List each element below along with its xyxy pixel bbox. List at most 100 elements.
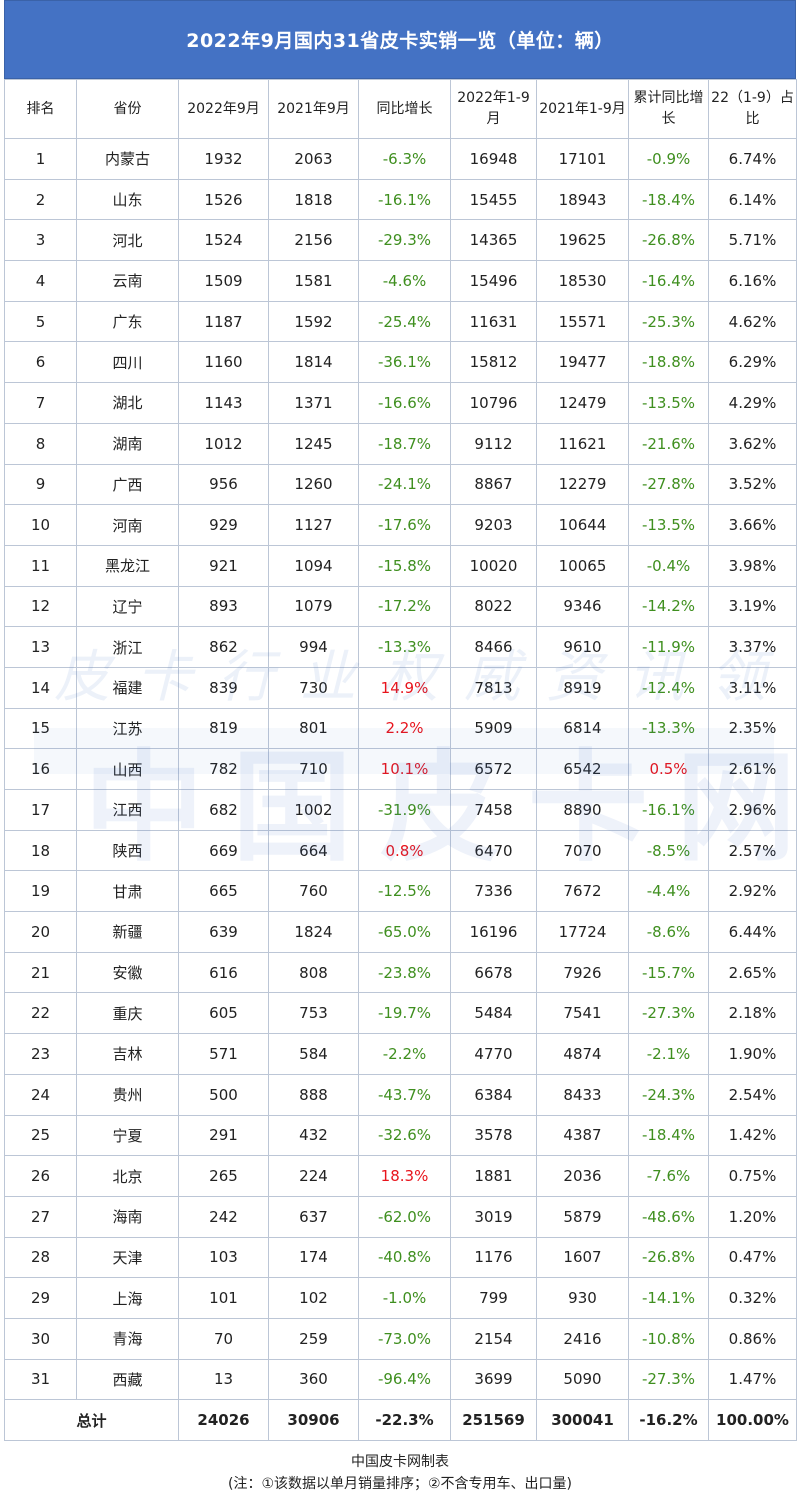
cell-province: 江苏 [76, 707, 179, 750]
cell-ytd-2021: 12279 [536, 463, 629, 506]
table-row: 18 陕西 669 664 0.8% 6470 7070 -8.5% 2.57% [4, 829, 797, 872]
cell-ytd-2022: 3699 [450, 1358, 537, 1401]
table-row: 11 黑龙江 921 1094 -15.8% 10020 10065 -0.4% 3.98% [4, 544, 797, 587]
table-row: 26 北京 265 224 18.3% 1881 2036 -7.6% 0.75% [4, 1155, 797, 1197]
cell-yoy-growth: -24.1% [358, 463, 451, 506]
cell-rank: 22 [4, 992, 77, 1035]
cell-ytd-2021: 7541 [536, 992, 629, 1035]
cell-sep-2021: 753 [268, 992, 359, 1035]
cell-province: 天津 [76, 1236, 179, 1279]
cell-sep-2022: 103 [178, 1236, 269, 1279]
cell-share: 3.62% [708, 422, 797, 465]
cell-sep-2021: 259 [268, 1317, 359, 1360]
cell-share: 3.19% [708, 585, 797, 628]
table-row: 22 重庆 605 753 -19.7% 5484 7541 -27.3% 2.18% [4, 992, 797, 1035]
cell-ytd-growth: -18.4% [628, 1114, 709, 1157]
cell-sep-2021: 637 [268, 1195, 359, 1238]
cell-sep-2021: 994 [268, 626, 359, 668]
cell-rank: 5 [4, 300, 77, 343]
cell-yoy-growth: -12.5% [358, 870, 451, 913]
cell-rank: 28 [4, 1236, 77, 1279]
cell-share: 0.75% [708, 1155, 797, 1197]
cell-ytd-2021: 7926 [536, 951, 629, 994]
table-row: 14 福建 839 730 14.9% 7813 8919 -12.4% 3.11% [4, 666, 797, 709]
cell-yoy-growth: -1.0% [358, 1277, 451, 1319]
cell-yoy-growth: -43.7% [358, 1073, 451, 1116]
cell-share: 6.74% [708, 138, 797, 180]
total-label: 总计 [4, 1399, 179, 1442]
cell-share: 4.29% [708, 382, 797, 424]
table-row: 13 浙江 862 994 -13.3% 8466 9610 -11.9% 3.37% [4, 626, 797, 668]
cell-ytd-growth: -26.8% [628, 1236, 709, 1279]
header-row: 排名 省份 2022年9月 2021年9月 同比增长 2022年1-9月 202… [4, 79, 797, 139]
cell-province: 吉林 [76, 1033, 179, 1075]
cell-ytd-2022: 8867 [450, 463, 537, 506]
cell-rank: 6 [4, 341, 77, 384]
header-share: 22（1-9）占比 [708, 79, 797, 139]
cell-share: 0.32% [708, 1277, 797, 1319]
cell-rank: 7 [4, 382, 77, 424]
cell-yoy-growth: 2.2% [358, 707, 451, 750]
cell-ytd-growth: -27.3% [628, 1358, 709, 1401]
table-row: 20 新疆 639 1824 -65.0% 16196 17724 -8.6% 6.44% [4, 911, 797, 953]
total-yoy-growth: -22.3% [358, 1399, 451, 1442]
cell-province: 贵州 [76, 1073, 179, 1116]
cell-province: 重庆 [76, 992, 179, 1035]
cell-rank: 29 [4, 1277, 77, 1319]
cell-ytd-2021: 5879 [536, 1195, 629, 1238]
cell-yoy-growth: -25.4% [358, 300, 451, 343]
cell-rank: 13 [4, 626, 77, 668]
cell-sep-2021: 102 [268, 1277, 359, 1319]
cell-yoy-growth: -16.1% [358, 178, 451, 221]
total-ytd-growth: -16.2% [628, 1399, 709, 1442]
cell-sep-2022: 291 [178, 1114, 269, 1157]
cell-ytd-2021: 930 [536, 1277, 629, 1319]
cell-sep-2022: 1526 [178, 178, 269, 221]
cell-ytd-2022: 7458 [450, 789, 537, 831]
total-row: 总计 24026 30906 -22.3% 251569 300041 -16.… [4, 1399, 797, 1442]
cell-rank: 16 [4, 748, 77, 790]
cell-ytd-2021: 19477 [536, 341, 629, 384]
cell-ytd-2022: 1176 [450, 1236, 537, 1279]
cell-yoy-growth: -31.9% [358, 789, 451, 831]
cell-sep-2021: 1002 [268, 789, 359, 831]
cell-ytd-growth: -0.4% [628, 544, 709, 587]
table-row: 2 山东 1526 1818 -16.1% 15455 18943 -18.4% 6.14% [4, 178, 797, 221]
cell-ytd-growth: -2.1% [628, 1033, 709, 1075]
cell-rank: 27 [4, 1195, 77, 1238]
table-row: 10 河南 929 1127 -17.6% 9203 10644 -13.5% 3.66% [4, 504, 797, 546]
table-row: 23 吉林 571 584 -2.2% 4770 4874 -2.1% 1.90% [4, 1033, 797, 1075]
cell-province: 上海 [76, 1277, 179, 1319]
cell-rank: 17 [4, 789, 77, 831]
cell-sep-2022: 571 [178, 1033, 269, 1075]
cell-sep-2021: 360 [268, 1358, 359, 1401]
cell-share: 1.42% [708, 1114, 797, 1157]
cell-sep-2021: 1592 [268, 300, 359, 343]
cell-ytd-2021: 2416 [536, 1317, 629, 1360]
cell-ytd-2021: 7070 [536, 829, 629, 872]
cell-sep-2022: 500 [178, 1073, 269, 1116]
cell-ytd-growth: -21.6% [628, 422, 709, 465]
cell-ytd-2021: 6814 [536, 707, 629, 750]
cell-share: 3.98% [708, 544, 797, 587]
cell-sep-2021: 808 [268, 951, 359, 994]
header-ytd-growth: 累计同比增长 [628, 79, 709, 139]
cell-ytd-growth: -16.4% [628, 260, 709, 302]
cell-share: 3.52% [708, 463, 797, 506]
table-body: 1 内蒙古 1932 2063 -6.3% 16948 17101 -0.9% 6.74% 2 山东… [4, 138, 797, 1401]
cell-sep-2022: 929 [178, 504, 269, 546]
cell-share: 2.65% [708, 951, 797, 994]
cell-sep-2022: 819 [178, 707, 269, 750]
table-row: 8 湖南 1012 1245 -18.7% 9112 11621 -21.6% 3.62% [4, 422, 797, 465]
cell-yoy-growth: -15.8% [358, 544, 451, 587]
cell-ytd-2021: 17101 [536, 138, 629, 180]
cell-ytd-2021: 18943 [536, 178, 629, 221]
header-rank: 排名 [4, 79, 77, 139]
cell-share: 1.90% [708, 1033, 797, 1075]
cell-ytd-growth: -24.3% [628, 1073, 709, 1116]
cell-yoy-growth: -13.3% [358, 626, 451, 668]
cell-ytd-growth: -8.5% [628, 829, 709, 872]
cell-share: 4.62% [708, 300, 797, 343]
cell-sep-2021: 174 [268, 1236, 359, 1279]
footer-source: 中国皮卡网制表 [351, 1454, 449, 1471]
